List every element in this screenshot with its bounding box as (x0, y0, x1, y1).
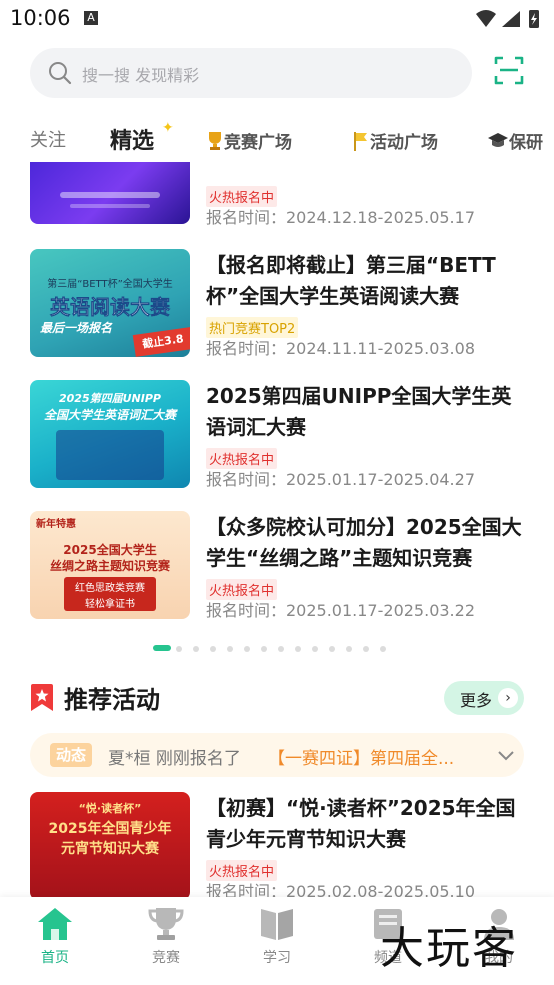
ticker-event: 【一赛四证】第四届全... (268, 749, 455, 769)
page-dot (227, 646, 233, 652)
nav-home[interactable]: 首页 (20, 905, 90, 967)
thumb-line: “悦·读者杯” (78, 802, 142, 815)
list-item[interactable]: 2025第四届UNIPP 全国大学生英语词汇大赛 2025第四届UNIPP全国大… (30, 380, 530, 489)
trophy-icon (209, 131, 221, 150)
chevron-right-icon: › (498, 688, 518, 708)
search-icon (49, 62, 72, 85)
page-dot (312, 646, 318, 652)
signup-time: 报名时间：2024.12.18-2025.05.17 (206, 208, 475, 227)
signal-icon (502, 11, 520, 27)
item-title: 2025第四届UNIPP全国大学生英语词汇大赛 (206, 384, 512, 439)
thumb-line: 2025全国大学生 (63, 543, 157, 557)
section-title: 推荐活动 (64, 686, 160, 714)
ticker-tag: 动态 (50, 743, 93, 767)
search-placeholder: 搜一搜 发现精彩 (82, 66, 200, 85)
thumb-line: 英语阅读大赛 (50, 295, 171, 320)
book-icon (261, 909, 293, 940)
thumb-line: 丝绸之路主题知识竞赛 (49, 559, 170, 573)
competition-thumbnail (30, 162, 190, 224)
nav-competition[interactable]: 竞赛 (131, 905, 201, 967)
page-dot (363, 646, 369, 652)
page-dot (329, 646, 335, 652)
activity-ticker[interactable]: 动态 夏*桓 刚刚报名了 【一赛四证】第四届全... (30, 733, 524, 777)
flag-icon (354, 131, 367, 151)
page-dot (346, 646, 352, 652)
page-dot (210, 646, 216, 652)
tab-follow[interactable]: 关注 (30, 126, 66, 152)
wifi-icon (476, 10, 496, 27)
notification-icon: A (84, 11, 98, 25)
tab-featured[interactable]: 精选 (99, 123, 163, 157)
thumb-line: 最后一场报名 (40, 321, 113, 335)
list-item[interactable]: 新年特惠 2025全国大学生 丝绸之路主题知识竞赛 红色思政类竞赛 轻松拿证书 … (30, 511, 530, 620)
page-dot (261, 646, 267, 652)
ticker-user: 夏*桓 刚刚报名了 (108, 749, 241, 769)
item-title: 【报名即将截止】第三届“BETT杯”全国大学生英语阅读大赛 (206, 253, 496, 308)
thumb-tag: 截止3.8 (132, 327, 190, 357)
page-dot (176, 646, 182, 652)
more-button[interactable]: 更多 › (444, 681, 524, 715)
chevron-down-icon[interactable] (496, 745, 516, 765)
thumb-line: 2025年全国青少年 (48, 821, 172, 837)
more-label: 更多 (460, 691, 493, 710)
tab-competition-square[interactable]: 竞赛广场 (206, 128, 292, 153)
tab-postgraduate[interactable]: 保研 (487, 128, 543, 153)
graduation-cap-icon (488, 132, 508, 147)
page-dot-active (153, 645, 171, 651)
status-time: 10:06 (10, 6, 71, 30)
status-icons (474, 8, 544, 34)
list-item[interactable]: “悦·读者杯” 2025年全国青少年 元宵节知识大赛 【初赛】“悦·读者杯”20… (30, 792, 530, 897)
thumb-line: 全国大学生英语词汇大赛 (43, 408, 176, 422)
thumb-line: 红色思政类竞赛 (75, 583, 145, 594)
thumb-line: 第三届“BETT杯”全国大学生 (47, 279, 173, 290)
activity-thumbnail: “悦·读者杯” 2025年全国青少年 元宵节知识大赛 (30, 792, 190, 897)
page-dot (380, 646, 386, 652)
tab-postgraduate-label: 保研 (509, 133, 543, 153)
thumb-line: 2025第四届UNIPP (59, 392, 161, 405)
tab-activity-square[interactable]: 活动广场 (352, 128, 438, 153)
home-icon (38, 908, 72, 940)
page-dot (193, 646, 199, 652)
trophy-icon (148, 908, 184, 940)
thumb-line: 轻松拿证书 (85, 599, 135, 610)
thumb-line: 元宵节知识大赛 (61, 841, 159, 857)
search-bar[interactable]: 搜一搜 发现精彩 (30, 48, 472, 98)
nav-competition-label: 竞赛 (152, 950, 180, 966)
bookmark-star-icon (31, 684, 53, 711)
scan-icon[interactable] (494, 55, 524, 85)
signup-time: 报名时间：2025.02.08-2025.05.10 (206, 882, 475, 897)
watermark: 大玩客 (380, 923, 518, 974)
list-item[interactable]: 火热报名中 报名时间：2024.12.18-2025.05.17 (30, 162, 530, 228)
page-dot (278, 646, 284, 652)
signup-time: 报名时间：2024.11.11-2025.03.08 (206, 339, 475, 358)
tab-competition-label: 竞赛广场 (224, 133, 292, 153)
nav-home-label: 首页 (41, 950, 69, 966)
category-tabs: 关注 精选 竞赛广场 活动广场 保研 (0, 118, 554, 162)
thumb-line: 新年特惠 (36, 519, 76, 530)
item-title: 【众多院校认可加分】2025全国大学生“丝绸之路”主题知识竞赛 (206, 515, 522, 570)
competition-thumbnail: 第三届“BETT杯”全国大学生 英语阅读大赛 最后一场报名 截止3.8 (30, 249, 190, 357)
competition-thumbnail: 新年特惠 2025全国大学生 丝绸之路主题知识竞赛 红色思政类竞赛 轻松拿证书 (30, 511, 190, 619)
signup-time: 报名时间：2025.01.17-2025.04.27 (206, 470, 475, 489)
item-title: 【初赛】“悦·读者杯”2025年全国青少年元宵节知识大赛 (206, 796, 516, 851)
tab-activity-label: 活动广场 (370, 133, 438, 153)
sparkle-icon: ✦ (162, 120, 174, 136)
list-item[interactable]: 第三届“BETT杯”全国大学生 英语阅读大赛 最后一场报名 截止3.8 【报名即… (30, 249, 530, 358)
competition-thumbnail: 2025第四届UNIPP 全国大学生英语词汇大赛 (30, 380, 190, 488)
page-dot (244, 646, 250, 652)
signup-time: 报名时间：2025.01.17-2025.03.22 (206, 601, 475, 620)
nav-learning[interactable]: 学习 (242, 905, 312, 967)
page-dot (295, 646, 301, 652)
nav-learning-label: 学习 (263, 950, 291, 966)
status-bar: 10:06 A (0, 0, 554, 38)
